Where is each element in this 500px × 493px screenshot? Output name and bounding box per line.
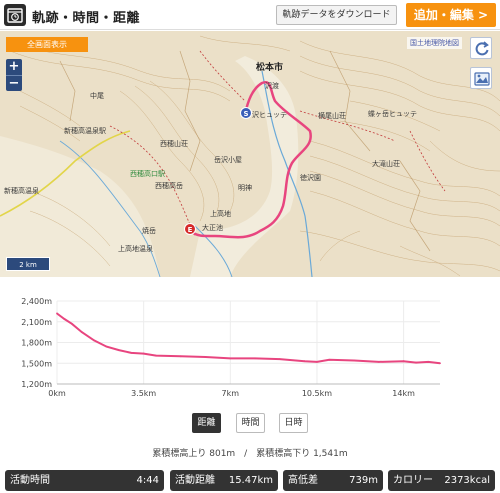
stat-activity-time: 活動時間 4:44 [5, 470, 164, 491]
toggle-date-button[interactable]: 日時 [279, 413, 308, 433]
x-tick-label: 3.5km [131, 389, 156, 398]
stat-value: 15.47km [228, 475, 273, 486]
stat-elevation-diff: 高低差 739m [283, 470, 383, 491]
section-title: 軌跡・時間・距離 [32, 11, 141, 26]
map-label-yake: 焼岳 [142, 227, 156, 235]
elevation-point [402, 360, 405, 363]
y-tick-label: 2,400m [21, 297, 52, 306]
elevation-point [229, 357, 232, 360]
zoom-in-button[interactable]: + [6, 59, 22, 75]
elevation-point [439, 362, 441, 365]
x-tick-label: 14km [392, 389, 415, 398]
x-tick-label: 10.5km [302, 389, 332, 398]
add-edit-button[interactable]: 追加・編集 > [406, 3, 496, 27]
elevation-chart-svg: 2,400m 2,100m 1,800m 1,500m 1,200m0km 3.5km 7k… [21, 297, 441, 398]
elevation-point [303, 360, 306, 363]
start-marker[interactable]: S [240, 107, 252, 119]
map-attribution: 国土地理院地図 [407, 37, 462, 49]
end-marker[interactable]: E [184, 223, 196, 235]
map-label-shinhodaka-onsen: 新穂高温泉 [4, 187, 39, 195]
topographic-map [0, 31, 500, 277]
y-tick-label: 2,100m [21, 318, 52, 327]
elevation-point [63, 318, 66, 320]
elevation-point [254, 357, 256, 360]
elevation-point [155, 354, 157, 357]
download-track-button[interactable]: 軌跡データをダウンロード [276, 5, 397, 25]
elevation-point [130, 351, 133, 354]
scale-bar: 2 km [6, 257, 50, 271]
map-label-shinhotaka: 新穂高温泉駅 [64, 127, 106, 135]
y-tick-label: 1,200m [21, 380, 52, 389]
map-label-sawando: 沢渡 [265, 82, 279, 90]
zoom-out-button[interactable]: − [6, 75, 22, 91]
elevation-point [117, 349, 120, 352]
toggle-time-button[interactable]: 時間 [236, 413, 265, 433]
stat-label: 活動時間 [10, 475, 50, 486]
map-label-nishiho: 西穂山荘 [160, 140, 188, 148]
elevation-chart: 2,400m 2,100m 1,800m 1,500m 1,200m 0km 3.5km 7k… [0, 290, 500, 402]
map-label-lodge: 横尾山荘 [318, 112, 346, 120]
elevation-summary: 累積標高上り 801m / 累積標高下り 1,541m [152, 449, 348, 459]
elevation-point [105, 345, 108, 348]
map-label-myojin: 明神 [238, 184, 252, 192]
elevation-point [278, 358, 281, 360]
map-label-taisho: 大正池 [202, 224, 223, 232]
stat-distance: 活動距離 15.47km [170, 470, 278, 491]
stat-calories: カロリー 2373kcal [388, 470, 495, 491]
fullscreen-button[interactable]: 全画面表示 [6, 37, 88, 52]
refresh-icon[interactable] [470, 37, 492, 59]
elevation-point [328, 358, 331, 361]
stats-bar: 活動時間 4:44 活動距離 15.47km 高低差 739m カロリー 237… [0, 468, 500, 493]
map-label-city: 松本市 [256, 63, 284, 73]
zoom-control: + − [6, 59, 22, 91]
clock-icon [4, 4, 26, 26]
map-label-tokusawa: 徳沢園 [300, 174, 321, 182]
elevation-point [316, 360, 318, 363]
elevation-point [353, 359, 355, 362]
elevation-point [204, 356, 207, 358]
stat-value: 739m [349, 475, 378, 486]
map-label-nakao: 中尾 [90, 92, 104, 100]
elevation-point [56, 312, 58, 315]
elevation-point [427, 360, 430, 363]
stat-label: 活動距離 [175, 475, 215, 486]
map-label-hutte: 沢ヒュッテ [252, 111, 287, 119]
stat-label: 高低差 [288, 475, 318, 486]
elevation-point [142, 352, 145, 355]
y-tick-label: 1,500m [21, 359, 52, 368]
stat-label: カロリー [393, 475, 433, 486]
header: 軌跡・時間・距離 軌跡データをダウンロード 追加・編集 > [0, 0, 500, 30]
map-label-ootaki: 大滝山荘 [372, 160, 400, 168]
map-label-nishiho-peak: 西穂高岳 [155, 182, 183, 190]
elevation-point [93, 339, 96, 342]
map-label-hutte2: 蝶ヶ岳ヒュッテ [368, 110, 417, 118]
toggle-distance-button[interactable]: 距離 [192, 413, 221, 433]
map-view[interactable]: 全画面表示 国土地理院地図 + − 2 km 松本市 沢渡 沢ヒュッテ 蝶ヶ岳ヒ… [0, 31, 500, 277]
layers-icon[interactable] [470, 67, 492, 89]
elevation-point [80, 331, 83, 334]
stat-value: 4:44 [136, 475, 159, 486]
map-label-nishiho-station: 西穂高口駅 [130, 170, 165, 178]
elevation-series-line [56, 312, 441, 365]
map-label-okuho: 岳沢小屋 [214, 156, 242, 164]
map-label-kamikochi: 上高地 [210, 210, 231, 218]
elevation-point [179, 355, 182, 358]
x-tick-label: 7km [222, 389, 240, 398]
elevation-point [377, 360, 380, 363]
elevation-point [415, 361, 417, 364]
map-label-kamikochi-onsen: 上高地温泉 [118, 245, 153, 253]
stat-value: 2373kcal [444, 475, 490, 486]
y-tick-label: 1,800m [21, 339, 52, 348]
x-tick-label: 0km [48, 389, 66, 398]
elevation-point [70, 322, 73, 325]
